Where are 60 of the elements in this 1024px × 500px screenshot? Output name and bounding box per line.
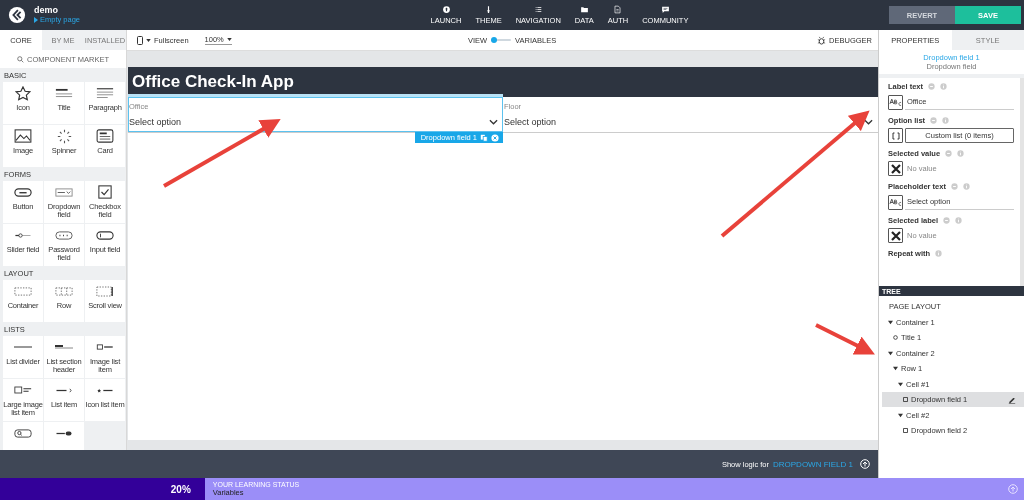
component-icon (55, 286, 73, 296)
component-icon (55, 345, 73, 349)
component-icon (98, 185, 112, 199)
caret-icon (34, 16, 38, 23)
chevron-down-icon (489, 119, 498, 125)
info-icon[interactable] (940, 83, 947, 91)
component-icon (55, 387, 73, 393)
list-icon (533, 5, 543, 14)
project-name: demo (34, 5, 59, 16)
chevron-down-icon (864, 119, 873, 125)
circle-icon (893, 335, 898, 340)
app-title: Office Check-In App (132, 72, 294, 92)
component-icon (14, 428, 32, 438)
component-icon (96, 285, 114, 297)
component-icon (14, 187, 32, 197)
info-icon[interactable] (935, 250, 943, 258)
logo-icon (8, 6, 26, 24)
text-type-icon[interactable] (888, 194, 903, 210)
search-icon (17, 55, 24, 63)
component-icon (14, 386, 32, 394)
expand-caret-icon (888, 350, 893, 356)
component-icon (96, 387, 114, 393)
copy-icon[interactable] (480, 133, 488, 142)
component-icon (14, 129, 32, 143)
component-icon (56, 128, 72, 144)
phone-icon (137, 35, 143, 45)
close-icon[interactable] (491, 133, 499, 142)
component-icon (15, 85, 31, 101)
logic-target-link[interactable]: DROPDOWN FIELD 1 (773, 459, 853, 469)
component-icon (55, 230, 73, 240)
no-value-icon[interactable] (888, 228, 903, 244)
info-icon[interactable] (955, 217, 963, 225)
expand-caret-icon (893, 366, 898, 371)
caret-icon (146, 38, 151, 42)
info-icon[interactable] (957, 150, 965, 158)
bug-icon (817, 35, 827, 45)
expand-caret-icon (888, 319, 893, 325)
component-icon (55, 187, 73, 197)
expand-caret-icon (898, 412, 903, 418)
info-icon[interactable] (942, 117, 950, 125)
component-icon (96, 230, 114, 240)
component-icon (55, 430, 73, 436)
document-icon (613, 5, 623, 14)
component-icon (96, 129, 114, 143)
learning-percent: 20% (170, 483, 191, 495)
folder-icon (579, 5, 589, 14)
pencil-icon[interactable] (1008, 395, 1016, 404)
list-type-icon[interactable] (888, 128, 903, 144)
caret-icon (226, 38, 232, 41)
chat-icon (660, 5, 670, 14)
no-value-icon[interactable] (888, 161, 903, 177)
component-icon (96, 344, 114, 350)
annotation-arrow (815, 323, 875, 355)
component-icon (96, 87, 114, 99)
component-icon (14, 286, 32, 296)
text-type-icon[interactable] (888, 94, 903, 110)
info-icon[interactable] (962, 183, 970, 191)
component-icon (55, 88, 73, 98)
component-icon (14, 232, 32, 238)
expand-caret-icon (898, 381, 903, 387)
